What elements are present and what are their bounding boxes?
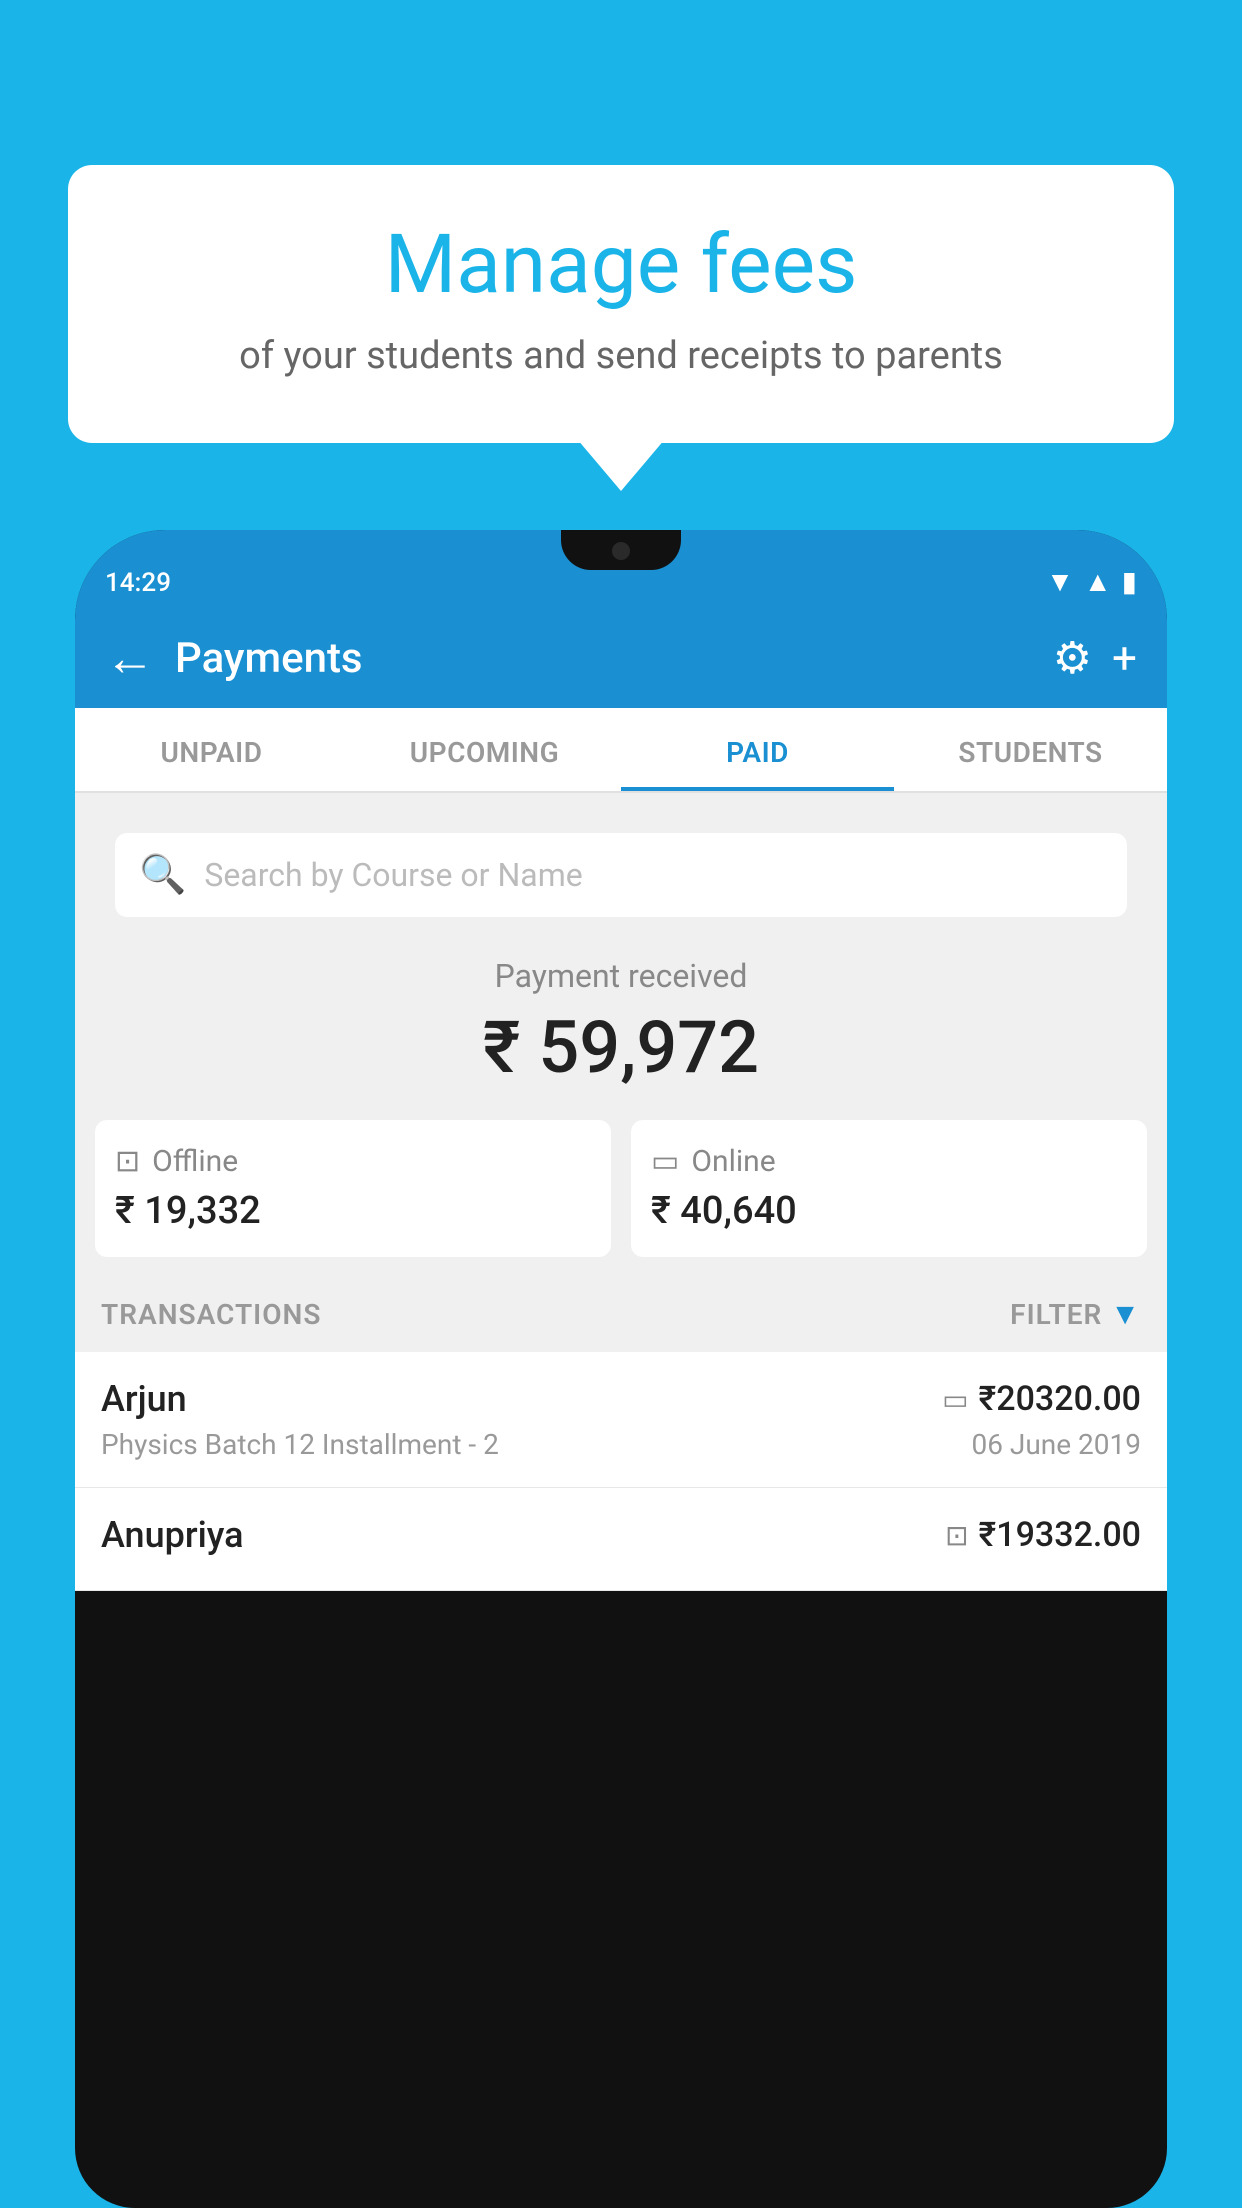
app-bar-title: Payments [175,634,1053,683]
bubble-subtitle: of your students and send receipts to pa… [128,330,1114,383]
app-bar: ← Payments ⚙ + [75,608,1167,708]
search-container: 🔍 Search by Course or Name [75,793,1167,917]
tab-unpaid[interactable]: UNPAID [75,708,348,791]
cash-payment-icon: ⊡ [945,1519,968,1552]
offline-amount: ₹ 19,332 [115,1189,591,1233]
offline-icon: ⊡ [115,1144,140,1179]
speech-bubble: Manage fees of your students and send re… [68,165,1174,443]
phone-top: 14:29 ▼ ▲ ▮ [75,530,1167,608]
search-icon: 🔍 [139,853,186,897]
transaction-row1-2: Anupriya ⊡ ₹19332.00 [101,1514,1141,1556]
tab-upcoming[interactable]: UPCOMING [348,708,621,791]
payment-received-label: Payment received [95,957,1147,995]
phone-frame: 14:29 ▼ ▲ ▮ ← Payments ⚙ + UNPAID UPCOMI… [75,530,1167,2208]
battery-icon: ▮ [1122,565,1137,598]
transaction-item-arjun[interactable]: Arjun ▭ ₹20320.00 Physics Batch 12 Insta… [75,1352,1167,1488]
filter-button[interactable]: FILTER ▼ [1010,1297,1141,1332]
wifi-icon: ▼ [1046,565,1074,598]
signal-icon: ▲ [1084,565,1112,598]
online-amount: ₹ 40,640 [651,1189,1127,1233]
settings-button[interactable]: ⚙ [1053,632,1092,684]
transaction-item-anupriya[interactable]: Anupriya ⊡ ₹19332.00 [75,1488,1167,1591]
transaction-row2: Physics Batch 12 Installment - 2 06 June… [101,1428,1141,1461]
online-card-header: ▭ Online [651,1144,1127,1179]
tabs-container: UNPAID UPCOMING PAID STUDENTS [75,708,1167,793]
search-placeholder: Search by Course or Name [204,856,582,894]
card-payment-icon: ▭ [942,1383,968,1416]
app-bar-actions: ⚙ + [1053,632,1137,684]
phone-screen-content: 🔍 Search by Course or Name Payment recei… [75,793,1167,1591]
transaction-amount-value-2: ₹19332.00 [979,1515,1141,1555]
tab-paid[interactable]: PAID [621,708,894,791]
online-label: Online [691,1144,775,1179]
tab-students[interactable]: STUDENTS [894,708,1167,791]
add-button[interactable]: + [1112,632,1137,684]
transactions-label: TRANSACTIONS [101,1298,321,1331]
search-bar[interactable]: 🔍 Search by Course or Name [115,833,1127,917]
transaction-course: Physics Batch 12 Installment - 2 [101,1428,499,1461]
offline-card: ⊡ Offline ₹ 19,332 [95,1120,611,1257]
payment-total-amount: ₹ 59,972 [95,1005,1147,1090]
transaction-name: Arjun [101,1378,187,1420]
bubble-title: Manage fees [128,220,1114,310]
status-time: 14:29 [105,568,171,598]
back-button[interactable]: ← [105,629,155,688]
transaction-name-2: Anupriya [101,1514,244,1556]
payment-cards: ⊡ Offline ₹ 19,332 ▭ Online ₹ 40,640 [75,1120,1167,1277]
status-bar: 14:29 ▼ ▲ ▮ [75,530,1167,608]
offline-label: Offline [152,1144,238,1179]
transaction-date: 06 June 2019 [971,1428,1141,1461]
offline-card-header: ⊡ Offline [115,1144,591,1179]
transactions-header: TRANSACTIONS FILTER ▼ [75,1277,1167,1352]
online-icon: ▭ [651,1144,679,1179]
payment-received-section: Payment received ₹ 59,972 [75,917,1167,1120]
status-icons: ▼ ▲ ▮ [1046,565,1137,598]
transaction-amount-value: ₹20320.00 [979,1379,1141,1419]
online-card: ▭ Online ₹ 40,640 [631,1120,1147,1257]
transaction-row1: Arjun ▭ ₹20320.00 [101,1378,1141,1420]
transaction-amount-2: ⊡ ₹19332.00 [945,1515,1141,1555]
filter-label: FILTER [1010,1298,1102,1331]
filter-icon: ▼ [1110,1297,1141,1332]
transaction-amount: ▭ ₹20320.00 [942,1379,1141,1419]
